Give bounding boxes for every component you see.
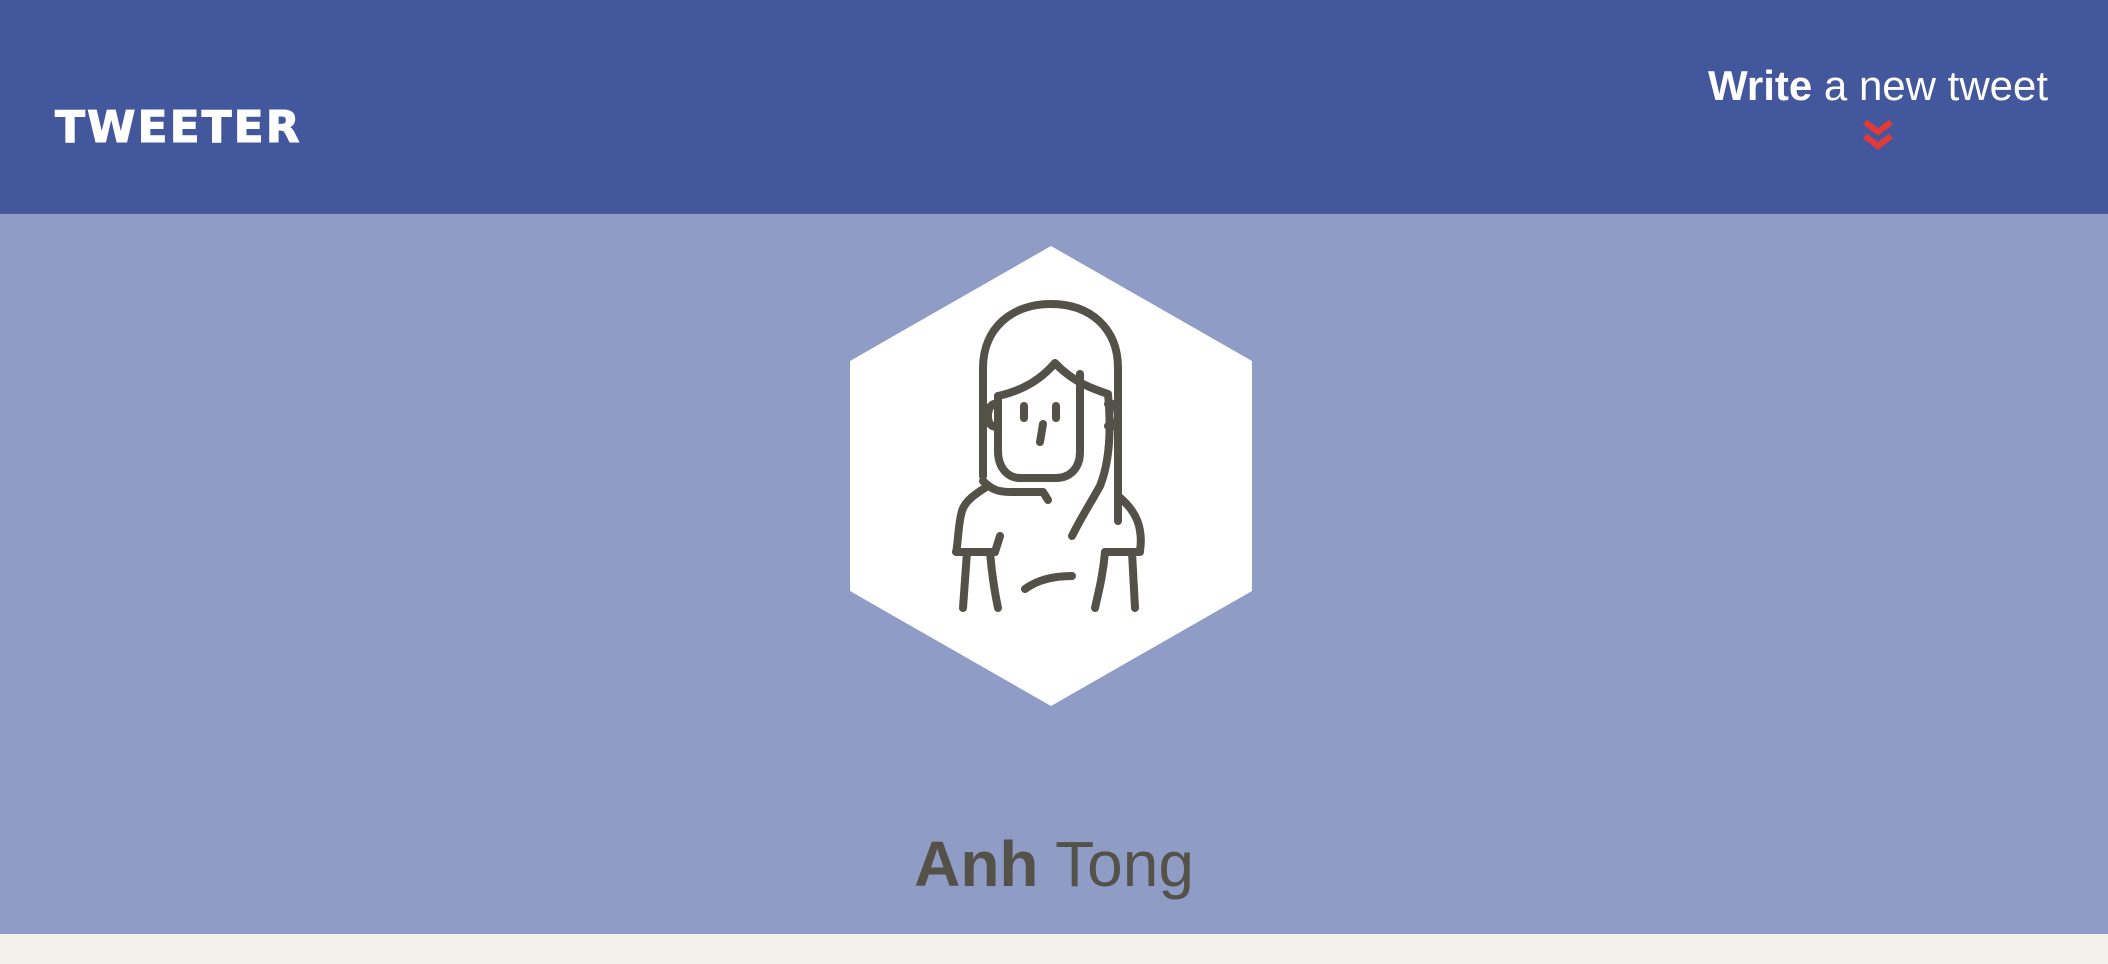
profile-first-name: Anh [914,828,1039,900]
compose-label[interactable]: Write a new tweet [1708,56,2048,116]
compose-label-strong: Write [1708,62,1813,109]
woman-avatar-icon [850,246,1252,706]
write-new-tweet-toggle[interactable]: Write a new tweet [1708,56,2048,154]
compose-label-light: a new tweet [1823,62,2049,109]
app-logo[interactable]: TWEETER [55,98,302,158]
top-navbar: TWEETER Write a new tweet [0,0,2108,214]
profile-name: Anh Tong [0,824,2108,904]
content-area [0,934,2108,964]
profile-header: Anh Tong [0,214,2108,934]
double-chevron-down-icon[interactable] [1861,118,1895,154]
profile-last-name: Tong [1055,828,1194,900]
